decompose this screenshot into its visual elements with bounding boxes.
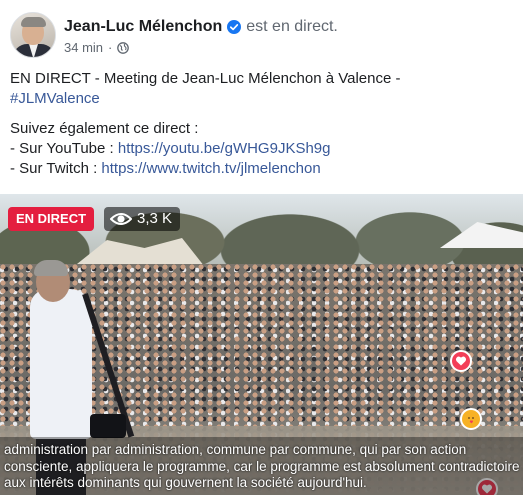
verified-badge-icon <box>227 20 242 34</box>
post-text-line: Suivez également ce direct : <box>10 120 199 137</box>
author-name[interactable]: Jean-Luc Mélenchon <box>64 18 222 36</box>
globe-icon[interactable] <box>117 41 130 54</box>
caption-line: consciente, appliquera le programme, car… <box>4 458 520 474</box>
caption-line: administration par administration, commu… <box>4 442 467 457</box>
author-line: Jean-Luc Mélenchon est en direct. <box>64 16 338 38</box>
post-header: Jean-Luc Mélenchon est en direct. 34 min… <box>10 12 515 62</box>
youtube-link[interactable]: https://youtu.be/gWHG9JKSh9g <box>118 140 331 157</box>
speaker-figure <box>34 260 68 276</box>
stage-monitor <box>90 414 126 438</box>
live-badge: EN DIRECT <box>8 207 95 231</box>
eye-icon <box>110 213 132 225</box>
care-reaction-icon <box>460 408 482 430</box>
post-body: EN DIRECT - Meeting de Jean-Luc Mélencho… <box>10 69 515 179</box>
avatar[interactable] <box>10 12 56 58</box>
youtube-prefix: - Sur YouTube : <box>10 140 118 157</box>
viewer-count: 3,3 K <box>137 210 173 227</box>
speaker-figure <box>30 289 92 439</box>
twitch-link[interactable]: https://www.twitch.tv/jlmelenchon <box>101 160 320 177</box>
viewer-count-badge: 3,3 K <box>104 207 181 231</box>
meta-separator: · <box>108 40 113 55</box>
caption-line: aux intérêts dominants qui gouvernent la… <box>4 475 367 490</box>
post-timestamp[interactable]: 34 min <box>64 40 103 55</box>
twitch-prefix: - Sur Twitch : <box>10 160 102 177</box>
hashtag-link[interactable]: #JLMValence <box>10 90 100 107</box>
heart-reaction-icon <box>450 350 472 372</box>
post-meta: 34 min · <box>64 40 130 55</box>
live-captions: administration par administration, commu… <box>0 437 523 495</box>
live-status-text: est en direct. <box>246 18 338 35</box>
post-text-line: EN DIRECT - Meeting de Jean-Luc Mélencho… <box>10 70 401 87</box>
